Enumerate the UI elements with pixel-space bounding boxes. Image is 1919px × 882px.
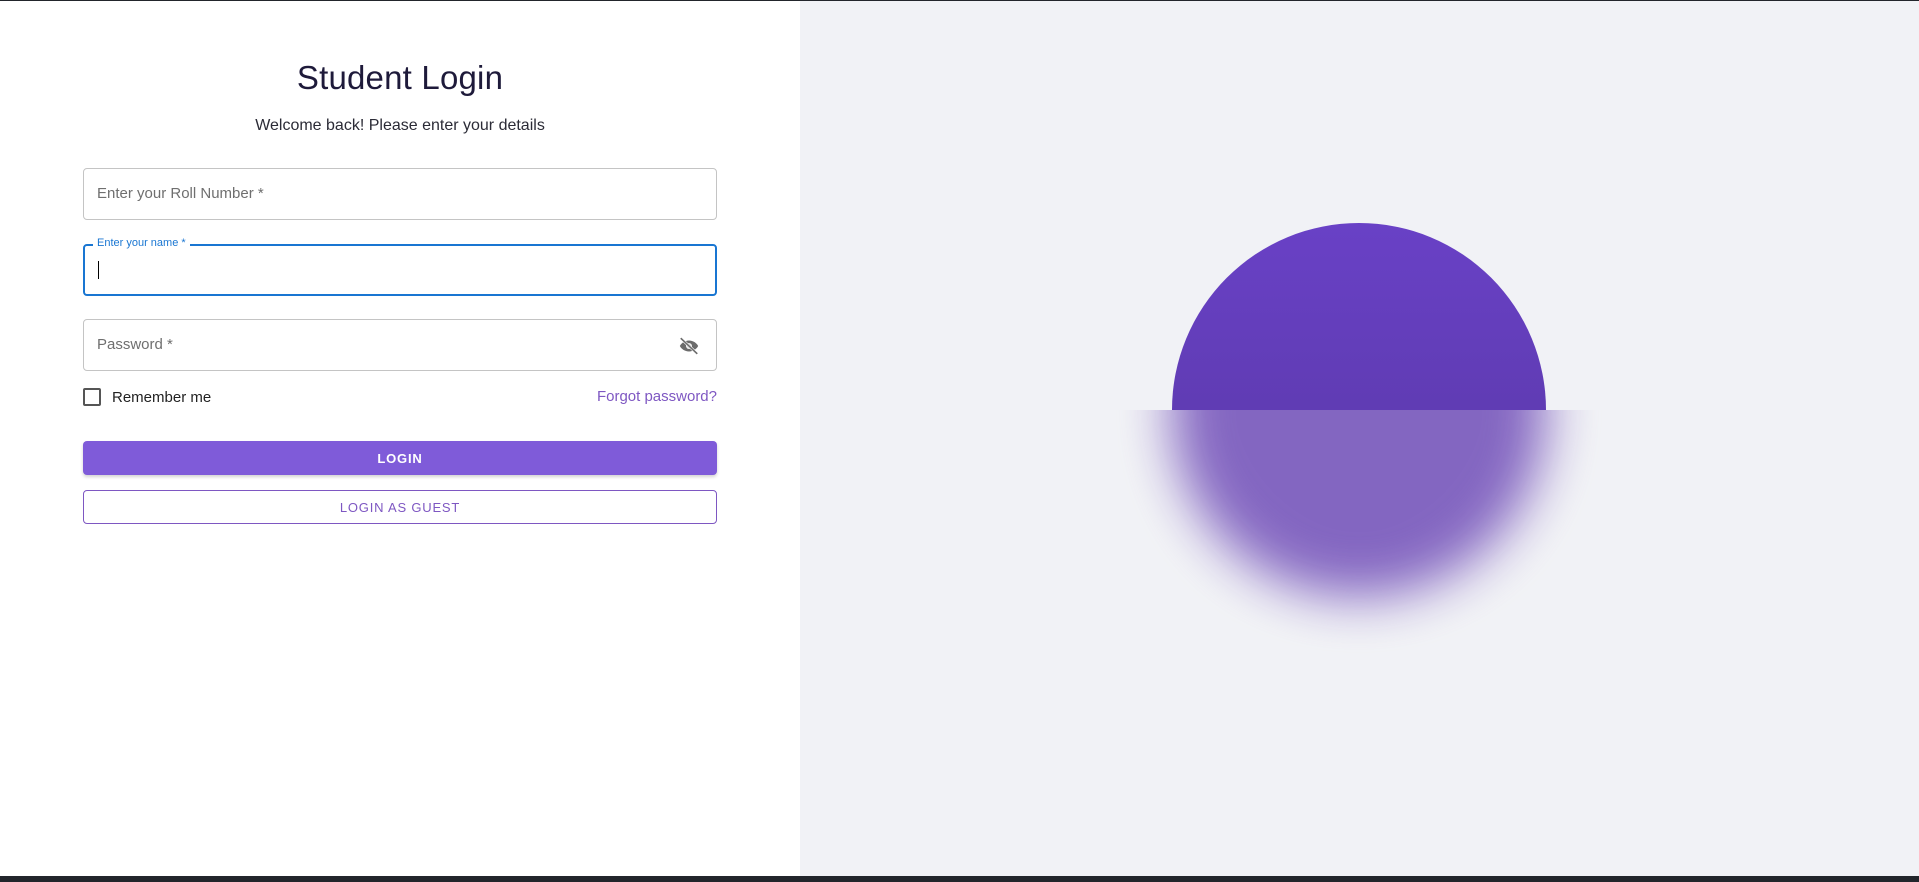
login-button[interactable]: LOGIN [83,441,717,475]
roll-number-field[interactable]: Enter your Roll Number * [83,168,717,220]
illustration-panel [800,1,1919,876]
text-caret [98,261,99,279]
page-title: Student Login [296,59,504,96]
page-subtitle: Welcome back! Please enter your details [255,117,545,134]
name-field-label: Enter your name * [93,237,190,249]
name-input[interactable] [97,258,691,284]
login-panel: Student Login Welcome back! Please enter… [0,1,800,876]
remember-me-label: Remember me [112,388,212,406]
eye-off-icon[interactable] [678,335,700,357]
remember-me[interactable]: Remember me [83,388,211,406]
remember-me-checkbox[interactable] [83,388,101,406]
roll-number-placeholder: Enter your Roll Number * [97,185,264,202]
name-field[interactable]: Enter your name * [83,237,717,296]
password-field[interactable]: Password * [83,319,717,371]
password-placeholder: Password * [97,336,173,353]
forgot-password-link[interactable]: Forgot password? [597,388,717,405]
login-page: Student Login Welcome back! Please enter… [0,1,1919,876]
login-as-guest-button[interactable]: LOGIN AS GUEST [83,490,717,524]
